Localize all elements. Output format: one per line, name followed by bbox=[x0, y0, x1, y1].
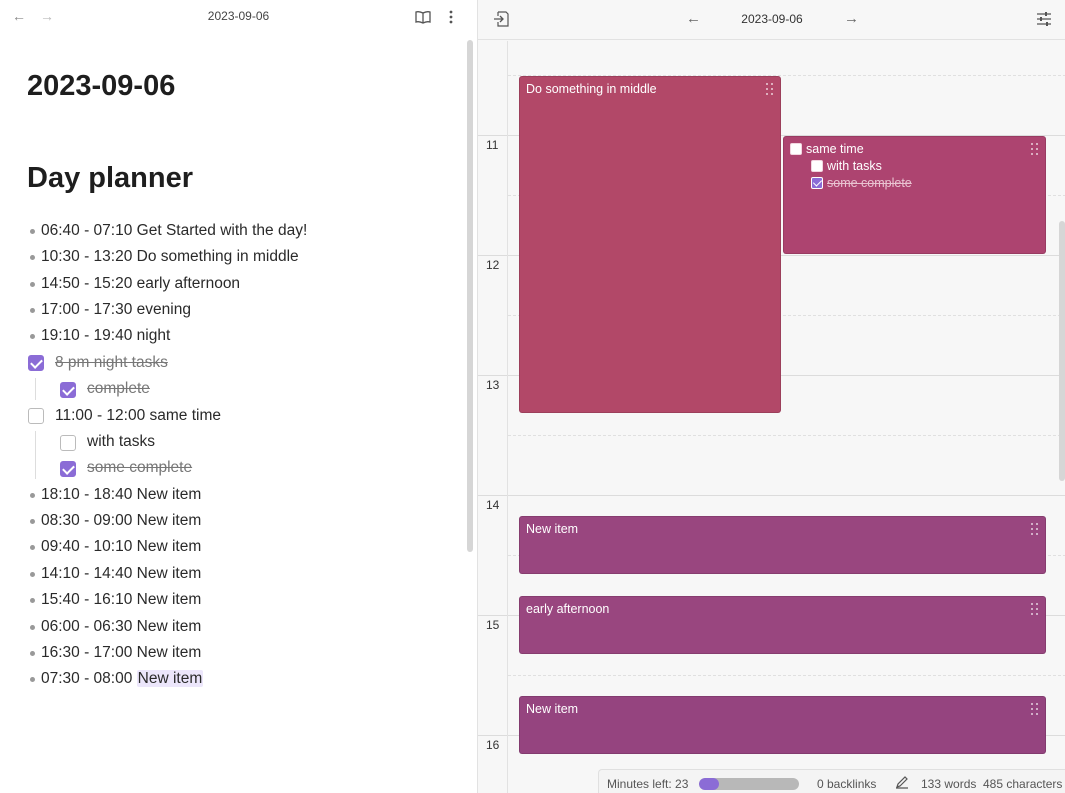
settings-sliders-icon[interactable] bbox=[1036, 11, 1052, 27]
list-item: 19:10 - 19:40 night bbox=[30, 326, 170, 346]
task-checkbox[interactable] bbox=[60, 435, 76, 451]
task-item: with tasks bbox=[87, 433, 156, 450]
list-item: 16:30 - 17:00 New item bbox=[30, 643, 201, 663]
backlinks-count[interactable]: 0 backlinks bbox=[817, 777, 876, 791]
event-title: same time bbox=[806, 142, 864, 156]
hour-column: 11 12 13 14 15 16 bbox=[478, 41, 508, 793]
timeline-event[interactable]: Do something in middle bbox=[519, 76, 781, 413]
task-checkbox[interactable] bbox=[60, 461, 76, 477]
task-item: complete bbox=[87, 380, 150, 397]
list-item: 07:30 - 08:00 New item bbox=[30, 669, 204, 689]
character-count: 485 characters bbox=[983, 777, 1063, 791]
task-checkbox[interactable] bbox=[28, 408, 44, 424]
bullet-icon bbox=[30, 598, 35, 603]
timeline-event[interactable]: early afternoon bbox=[519, 596, 1046, 654]
minutes-left-label: Minutes left: 23 bbox=[607, 777, 689, 791]
task-item: some complete bbox=[87, 459, 193, 476]
bullet-icon bbox=[30, 572, 35, 577]
event-task-checkbox[interactable] bbox=[790, 143, 802, 155]
timeline-date: 2023-09-06 bbox=[741, 12, 803, 26]
hour-label: 14 bbox=[486, 498, 500, 512]
event-subtask: with tasks bbox=[827, 159, 882, 173]
bullet-icon bbox=[30, 493, 35, 498]
hour-line bbox=[478, 495, 1065, 496]
half-hour-line bbox=[508, 435, 1065, 436]
hour-label: 11 bbox=[486, 138, 499, 152]
list-item: 06:40 - 07:10 Get Started with the day! bbox=[30, 221, 307, 241]
list-item: 06:00 - 06:30 New item bbox=[30, 617, 201, 637]
task-checkbox[interactable] bbox=[28, 355, 44, 371]
bullet-icon bbox=[30, 519, 35, 524]
bullet-icon bbox=[30, 677, 35, 682]
event-title: New item bbox=[526, 702, 579, 716]
list-item: 14:50 - 15:20 early afternoon bbox=[30, 274, 240, 294]
list-item: 15:40 - 16:10 New item bbox=[30, 590, 201, 610]
indent-guide bbox=[35, 378, 36, 400]
event-task-checkbox[interactable] bbox=[811, 160, 823, 172]
bullet-icon bbox=[30, 545, 35, 550]
day-progress-fill bbox=[699, 778, 719, 790]
section-heading: Day planner bbox=[27, 162, 193, 194]
list-item: 17:00 - 17:30 evening bbox=[30, 300, 191, 320]
indent-guide bbox=[35, 431, 36, 479]
list-item: 09:40 - 10:10 New item bbox=[30, 537, 201, 557]
timeline-header: ← 2023-09-06 → bbox=[478, 0, 1065, 40]
list-item: 14:10 - 14:40 New item bbox=[30, 564, 201, 584]
timeline[interactable]: 11 12 13 14 15 16 Do something in middle… bbox=[478, 41, 1065, 793]
event-task-checkbox[interactable] bbox=[811, 177, 823, 189]
drag-handle-icon[interactable] bbox=[1031, 523, 1039, 535]
timeline-scrollbar[interactable] bbox=[1059, 221, 1065, 481]
drag-handle-icon[interactable] bbox=[1031, 703, 1039, 715]
event-title: early afternoon bbox=[526, 602, 610, 616]
cursor-highlight[interactable]: New item bbox=[136, 670, 204, 687]
hour-label: 15 bbox=[486, 618, 500, 632]
list-item: 10:30 - 13:20 Do something in middle bbox=[30, 247, 299, 267]
drag-handle-icon[interactable] bbox=[766, 83, 774, 95]
status-bar: Minutes left: 23 0 backlinks 133 words 4… bbox=[598, 769, 1065, 793]
bullet-icon bbox=[30, 282, 35, 287]
pencil-icon[interactable] bbox=[895, 775, 909, 789]
note-header: ← → 2023-09-06 bbox=[0, 0, 477, 34]
hour-label: 16 bbox=[486, 738, 500, 752]
list-item: 18:10 - 18:40 New item bbox=[30, 485, 201, 505]
timeline-event[interactable]: same time with tasks some complete bbox=[783, 136, 1046, 254]
task-item: 11:00 - 12:00 same time bbox=[55, 407, 221, 424]
bullet-icon bbox=[30, 651, 35, 656]
drag-handle-icon[interactable] bbox=[1031, 603, 1039, 615]
drag-handle-icon[interactable] bbox=[1031, 143, 1039, 155]
day-planner-pane: ← 2023-09-06 → 11 12 13 14 15 16 Do some… bbox=[477, 0, 1065, 793]
half-hour-line bbox=[508, 675, 1065, 676]
bullet-icon bbox=[30, 255, 35, 260]
reading-mode-icon[interactable] bbox=[415, 9, 431, 25]
event-title: Do something in middle bbox=[526, 82, 657, 96]
note-title: 2023-09-06 bbox=[27, 70, 176, 102]
event-subtask: some complete bbox=[827, 176, 912, 190]
task-item: 8 pm night tasks bbox=[55, 354, 168, 371]
bullet-icon bbox=[30, 308, 35, 313]
hour-label: 13 bbox=[486, 378, 500, 392]
bullet-icon bbox=[30, 229, 35, 234]
word-count: 133 words bbox=[921, 777, 977, 791]
hour-label: 12 bbox=[486, 258, 500, 272]
bullet-icon bbox=[30, 334, 35, 339]
timeline-event[interactable]: New item bbox=[519, 516, 1046, 574]
event-title: New item bbox=[526, 522, 579, 536]
note-pane: ← → 2023-09-06 2023-09-06 Day planner 06… bbox=[0, 0, 477, 793]
note-header-title: 2023-09-06 bbox=[207, 9, 270, 23]
note-scrollbar[interactable] bbox=[467, 40, 473, 552]
day-progress-bar bbox=[699, 778, 799, 790]
timeline-event[interactable]: New item bbox=[519, 696, 1046, 754]
task-checkbox[interactable] bbox=[60, 382, 76, 398]
bullet-icon bbox=[30, 625, 35, 630]
more-options-icon[interactable] bbox=[443, 9, 459, 25]
next-day-icon[interactable]: → bbox=[844, 10, 859, 28]
list-item: 08:30 - 09:00 New item bbox=[30, 511, 201, 531]
